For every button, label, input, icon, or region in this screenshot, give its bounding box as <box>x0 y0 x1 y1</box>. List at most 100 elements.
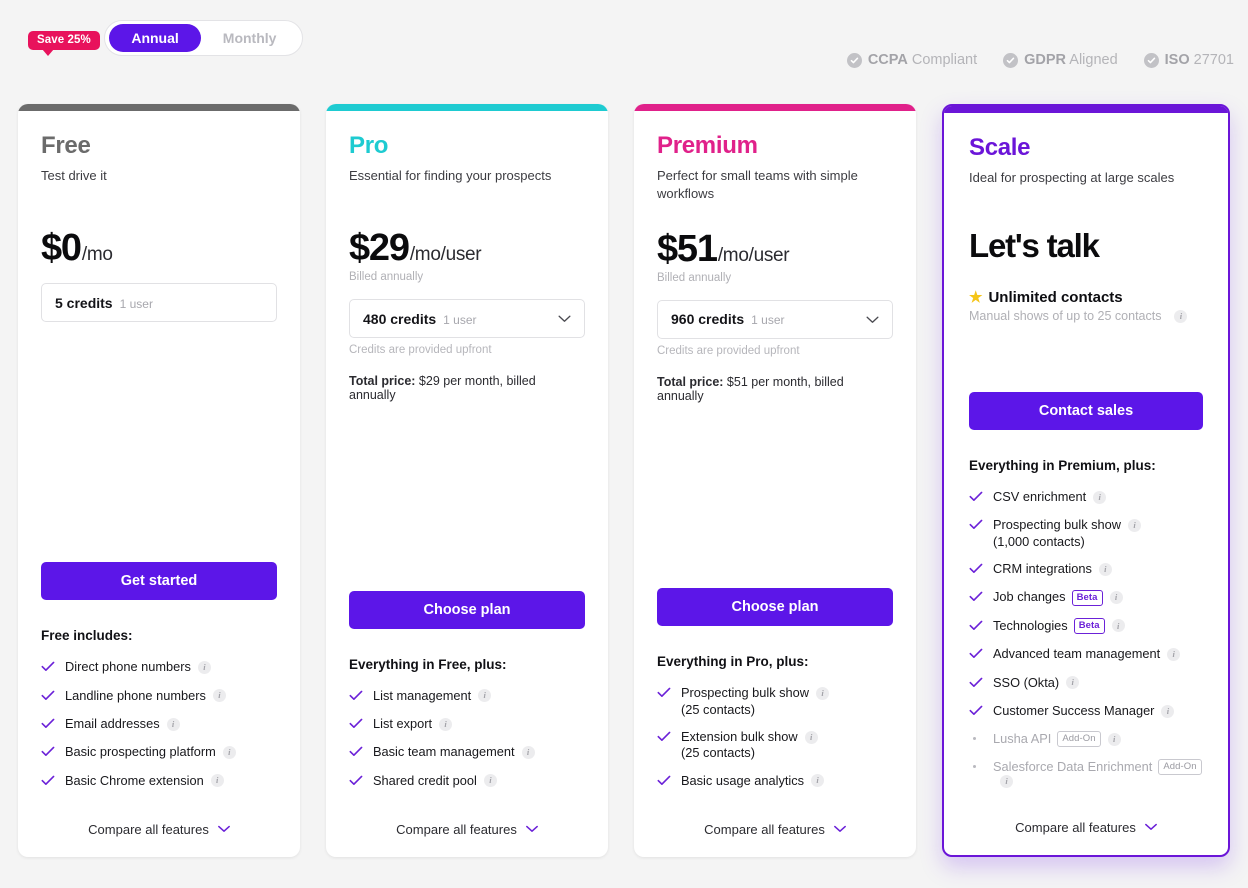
card-body: Free Test drive it $0/mo 5 credits 1 user Get… <box>18 111 300 801</box>
feature-text: List management i <box>373 688 492 704</box>
info-icon[interactable]: i <box>521 745 535 759</box>
billing-toggle: Save 25% Annual Monthly <box>18 14 304 56</box>
feature-text: Prospecting bulk show i (25 contacts) <box>681 685 893 718</box>
feature-text: Technologies Beta i <box>993 618 1125 634</box>
info-icon[interactable]: i <box>1107 732 1121 746</box>
feature-sublabel: (1,000 contacts) <box>993 533 1085 549</box>
features-title: Free includes: <box>41 628 133 644</box>
pricing-card-scale: Scale Ideal for prospecting at large scal… <box>942 104 1230 857</box>
info-icon[interactable]: i <box>478 689 492 703</box>
chevron-down-icon <box>833 822 846 836</box>
credits-select[interactable]: 960 credits 1 user <box>657 299 893 339</box>
pricing-card-premium: Premium Perfect for small teams with simp… <box>634 104 916 857</box>
feature-text: Email addresses i <box>65 716 180 732</box>
feature-text: Advanced team management i <box>993 646 1181 662</box>
feature-text: Basic Chrome extension i <box>65 773 224 789</box>
addon-badge: Add-On <box>1057 731 1101 748</box>
feature-text: Basic usage analytics i <box>681 772 825 789</box>
info-icon[interactable]: i <box>1161 704 1175 718</box>
feature-item: Direct phone numbers i <box>41 659 277 676</box>
billing-toggle-annual[interactable]: Annual <box>109 24 201 52</box>
billing-segmented-control[interactable]: Annual Monthly <box>104 20 304 56</box>
feature-label: Technologies <box>993 617 1068 633</box>
info-icon[interactable]: i <box>210 774 224 788</box>
feature-label: CRM integrations <box>993 561 1092 576</box>
feature-label: Prospecting bulk show <box>681 685 810 701</box>
feature-item: CSV enrichment i <box>969 489 1203 506</box>
info-icon[interactable]: i <box>1174 309 1188 323</box>
check-icon <box>969 562 983 578</box>
info-icon[interactable]: i <box>1111 619 1125 633</box>
compliance-badge-gdpr: GDPR Aligned <box>1003 52 1118 68</box>
feature-sublabel: (25 contacts) <box>681 745 755 761</box>
cta-slot: Choose plan <box>657 588 893 627</box>
feature-label: Basic usage analytics <box>681 772 805 788</box>
plan-description: Test drive it <box>41 168 107 184</box>
chevron-down-icon[interactable] <box>866 313 879 326</box>
plan-description: Ideal for prospecting at large scales <box>969 170 1175 186</box>
price-amount: $29 <box>349 227 410 270</box>
info-icon[interactable]: i <box>1066 676 1080 690</box>
total-price-note: Total price: $29 per month, billed annua… <box>349 374 585 402</box>
beta-badge: Beta <box>1071 589 1103 606</box>
info-icon[interactable]: i <box>222 745 236 759</box>
info-icon[interactable]: i <box>483 774 497 788</box>
feature-item: Extension bulk show i (25 contacts) <box>657 729 893 762</box>
plan-description: Essential for finding your prospects <box>349 168 552 184</box>
cta-scale-button[interactable]: Contact sales <box>969 391 1203 430</box>
pricing-card-pro: Pro Essential for finding your prospects $… <box>326 104 608 857</box>
cta-pro-button[interactable]: Choose plan <box>349 590 585 629</box>
features-list: Prospecting bulk show i (25 contacts) Exten… <box>657 685 893 801</box>
star-icon: ★ <box>969 289 983 307</box>
info-icon[interactable]: i <box>1167 647 1181 661</box>
check-icon <box>969 647 983 663</box>
beta-badge: Beta <box>1073 617 1105 634</box>
feature-text: Direct phone numbers i <box>65 659 211 675</box>
plan-name: Free <box>41 132 91 159</box>
info-icon[interactable]: i <box>1128 518 1142 532</box>
cta-premium-button[interactable]: Choose plan <box>657 588 893 627</box>
credits-display: 5 credits 1 user <box>41 283 277 323</box>
info-icon[interactable]: i <box>816 686 830 700</box>
info-icon[interactable]: i <box>1109 591 1123 605</box>
feature-label: CSV enrichment <box>993 488 1087 504</box>
info-icon[interactable]: i <box>212 689 226 703</box>
addon-badge: Add-On <box>1158 758 1202 775</box>
chevron-down-icon[interactable] <box>558 312 571 325</box>
pricing-card-free: Free Test drive it $0/mo 5 credits 1 user Get… <box>18 104 300 857</box>
billing-toggle-monthly[interactable]: Monthly <box>201 24 299 52</box>
credits-select[interactable]: 480 credits 1 user <box>349 299 585 339</box>
check-icon <box>969 676 983 692</box>
total-price-note: Total price: $51 per month, billed annua… <box>657 375 893 403</box>
card-accent-bar <box>634 104 916 111</box>
check-icon <box>969 619 983 635</box>
unlimited-contacts-label: Unlimited contacts <box>988 289 1123 307</box>
card-accent-bar <box>944 106 1228 113</box>
compare-all-features-link[interactable]: Compare all features <box>944 799 1228 855</box>
feature-label: Customer Success Manager <box>993 702 1155 718</box>
info-icon[interactable]: i <box>197 660 211 674</box>
save-badge: Save 25% <box>28 31 100 56</box>
feature-label: Shared credit pool <box>373 772 477 788</box>
info-icon[interactable]: i <box>166 717 180 731</box>
billed-note: Billed annually <box>657 271 732 284</box>
info-icon[interactable]: i <box>439 717 453 731</box>
feature-text: Lusha API Add-On i <box>993 731 1121 748</box>
check-icon <box>657 686 671 702</box>
feature-text: Salesforce Data Enrichment Add-On i <box>993 759 1203 788</box>
info-icon[interactable]: i <box>1098 562 1112 576</box>
check-icon <box>41 689 55 705</box>
info-icon[interactable]: i <box>1093 490 1107 504</box>
compare-all-features-link[interactable]: Compare all features <box>634 801 916 857</box>
price-unit: /mo/user <box>717 244 790 266</box>
compare-all-features-label: Compare all features <box>396 821 517 837</box>
compare-all-features-link[interactable]: Compare all features <box>326 801 608 857</box>
info-icon[interactable]: i <box>804 730 818 744</box>
check-icon <box>41 774 55 790</box>
info-icon[interactable]: i <box>811 774 825 788</box>
info-icon[interactable]: i <box>1000 775 1013 788</box>
cta-free-button[interactable]: Get started <box>41 562 277 601</box>
feature-label: List export <box>373 715 433 731</box>
feature-item: Advanced team management i <box>969 646 1203 663</box>
compare-all-features-link[interactable]: Compare all features <box>18 801 300 857</box>
